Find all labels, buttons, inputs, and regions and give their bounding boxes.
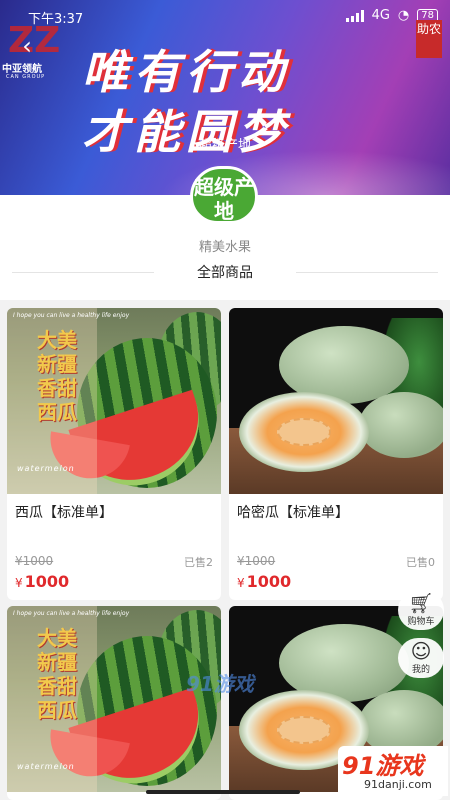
cart-icon: 🛒︎ [408, 591, 434, 615]
watermark-91youxi: 91游戏 [186, 672, 254, 696]
melon-seeds-shape [277, 716, 331, 744]
price-value: 1000 [246, 572, 292, 591]
price-value: 1000 [24, 572, 70, 591]
section-header: 全部商品 [12, 262, 438, 284]
sold-count: 已售2 [184, 556, 213, 569]
melon-shape [359, 392, 443, 458]
watermark-91danji: 91游戏 91danji.com [338, 746, 448, 796]
cart-label: 购物车 [407, 617, 435, 627]
slogan-line-1: 唯有行动 [82, 45, 290, 99]
watermark-logo: 91游戏 [342, 752, 424, 780]
logo-cn: 中亚领航 [2, 64, 42, 75]
cart-button[interactable]: 🛒︎ 购物车 [398, 590, 444, 630]
status-bar: 下午3:37 4G ◔ 78 [0, 6, 450, 27]
product-image[interactable]: I hope you can live a healthy life enjoy… [7, 606, 221, 792]
melon-seeds-shape [277, 418, 331, 446]
product-image[interactable]: I hope you can live a healthy life enjoy… [7, 308, 221, 494]
wifi-icon: ◔ [397, 8, 410, 23]
chevron-left-icon: ‹ [22, 32, 32, 60]
product-price: ¥1000 [237, 572, 291, 591]
melon-cut-shape [239, 392, 369, 472]
mine-label: 我的 [411, 665, 430, 675]
image-caption: watermelon [17, 464, 75, 473]
product-image[interactable] [229, 308, 443, 494]
original-price: ¥1000 [237, 554, 276, 568]
shop-subtitle: 精美水果 [198, 240, 251, 255]
mine-button[interactable]: ☺ 我的 [398, 638, 444, 678]
logo-en: CAN GROUP [6, 74, 46, 80]
signal-icon [345, 9, 364, 22]
product-name: 西瓜【标准单】 [15, 505, 113, 521]
shop-avatar-badge: 超级产地 [190, 166, 258, 224]
network-type: 4G [371, 8, 390, 23]
currency-symbol: ¥ [15, 576, 23, 590]
image-title: 大美新疆香甜西瓜 [37, 328, 77, 424]
product-name: 哈密瓜【标准单】 [237, 505, 349, 521]
sold-count: 已售0 [406, 556, 435, 569]
divider [296, 272, 438, 273]
product-card-watermelon-2[interactable]: I hope you can live a healthy life enjoy… [7, 606, 221, 800]
home-indicator[interactable] [146, 790, 300, 794]
image-title: 大美新疆香甜西瓜 [37, 626, 77, 722]
help-farmers-stamp: 助农 [416, 20, 442, 58]
image-caption: watermelon [17, 762, 75, 771]
back-button[interactable]: ‹ [12, 32, 42, 62]
product-card-hami-melon[interactable]: 哈密瓜【标准单】 ¥1000 已售0 ¥1000 [229, 308, 443, 600]
product-price: ¥1000 [15, 572, 69, 591]
product-card-watermelon[interactable]: I hope you can live a healthy life enjoy… [7, 308, 221, 600]
currency-symbol: ¥ [237, 576, 245, 590]
image-tagline: I hope you can live a healthy life enjoy [13, 312, 130, 319]
watermark-url: 91danji.com [364, 778, 432, 791]
user-icon: ☺ [410, 639, 432, 663]
shop-name: 超级产地 [198, 138, 251, 153]
original-price: ¥1000 [15, 554, 54, 568]
image-tagline: I hope you can live a healthy life enjoy [13, 610, 130, 617]
